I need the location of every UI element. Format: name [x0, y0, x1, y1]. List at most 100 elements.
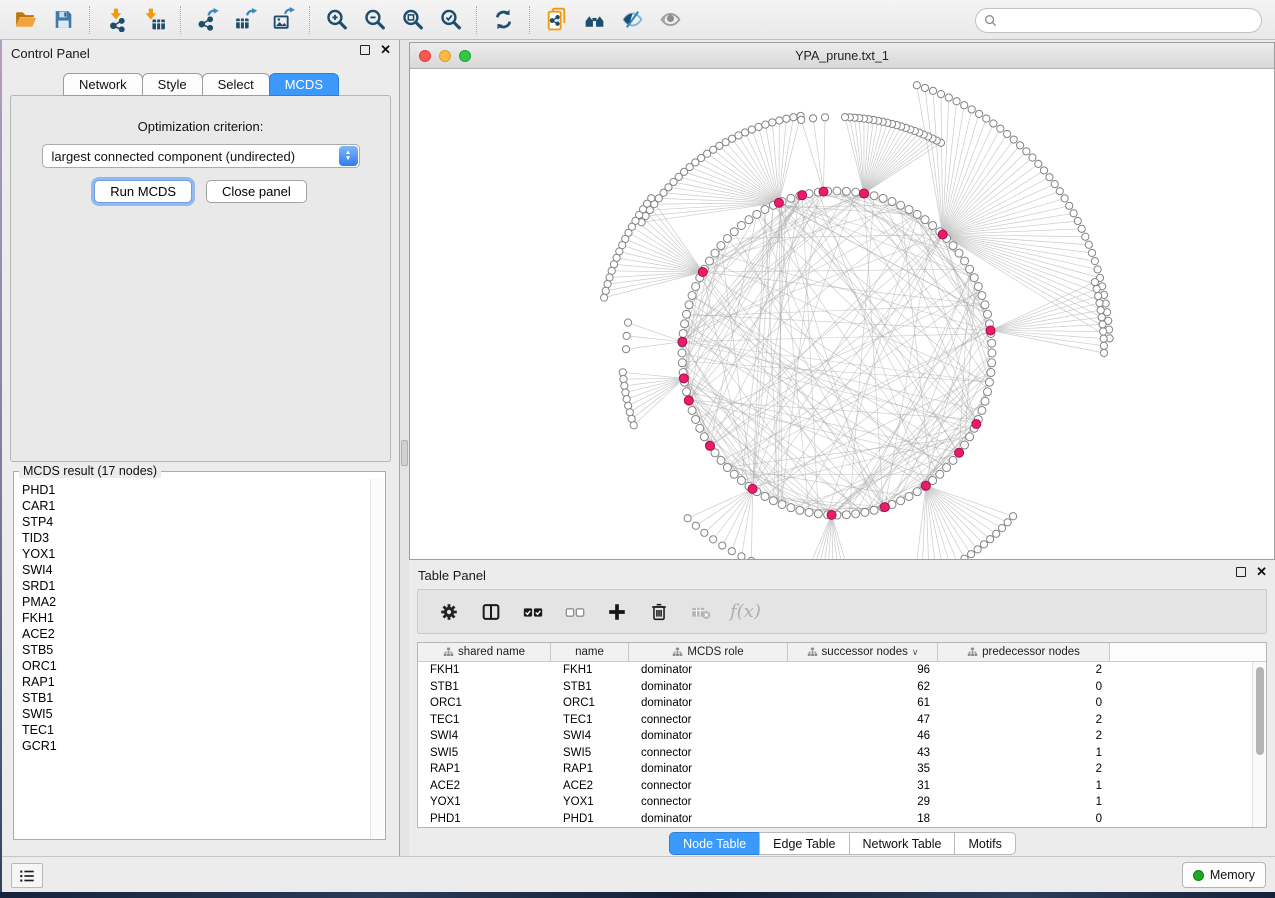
cell-successor-nodes[interactable]: 18	[788, 813, 938, 825]
optimization-criterion-select[interactable]: largest connected component (undirected)…	[42, 144, 360, 168]
mcds-result-item[interactable]: PMA2	[22, 594, 369, 610]
cell-name[interactable]: ORC1	[551, 697, 629, 709]
cell-predecessor-nodes[interactable]: 2	[938, 714, 1110, 726]
mcds-result-item[interactable]: TEC1	[22, 722, 369, 738]
window-minimize-icon[interactable]	[439, 50, 451, 62]
table-row[interactable]: ORC1ORC1dominator610	[418, 695, 1252, 712]
cell-successor-nodes[interactable]: 31	[788, 780, 938, 792]
import-table-icon[interactable]	[135, 4, 173, 36]
column-header-mcds-role[interactable]: MCDS role	[629, 643, 788, 661]
table-row[interactable]: ACE2ACE2connector311	[418, 778, 1252, 795]
cell-name[interactable]: PHD1	[551, 813, 629, 825]
cell-mcds-role[interactable]: connector	[629, 796, 788, 808]
column-header-name[interactable]: name	[551, 643, 629, 661]
table-row[interactable]: TEC1TEC1connector472	[418, 712, 1252, 729]
tab-network[interactable]: Network	[63, 73, 143, 96]
window-close-icon[interactable]	[419, 50, 431, 62]
export-table-icon[interactable]	[226, 4, 264, 36]
run-mcds-button[interactable]: Run MCDS	[94, 180, 192, 203]
save-session-icon[interactable]	[44, 4, 82, 36]
new-network-from-selection-icon[interactable]	[537, 4, 575, 36]
task-history-button[interactable]	[11, 863, 43, 888]
cell-name[interactable]: RAP1	[551, 763, 629, 775]
export-image-icon[interactable]	[264, 4, 302, 36]
cell-shared-name[interactable]: ACE2	[418, 780, 551, 792]
zoom-selected-icon[interactable]	[431, 4, 469, 36]
splitter-handle[interactable]	[401, 440, 408, 466]
memory-button[interactable]: Memory	[1182, 862, 1266, 888]
table-row[interactable]: PHD1PHD1dominator180	[418, 811, 1252, 828]
close-panel-button[interactable]: Close panel	[206, 180, 307, 203]
mcds-result-item[interactable]: ORC1	[22, 658, 369, 674]
search-input[interactable]	[1002, 14, 1253, 28]
cell-successor-nodes[interactable]: 61	[788, 697, 938, 709]
cell-mcds-role[interactable]: dominator	[629, 697, 788, 709]
cell-name[interactable]: STB1	[551, 681, 629, 693]
cell-shared-name[interactable]: SWI5	[418, 747, 551, 759]
cell-predecessor-nodes[interactable]: 1	[938, 780, 1110, 792]
export-network-icon[interactable]	[188, 4, 226, 36]
column-settings-gear-icon[interactable]	[436, 599, 461, 624]
mcds-result-item[interactable]: SWI5	[22, 706, 369, 722]
network-canvas[interactable]	[410, 69, 1274, 559]
cell-shared-name[interactable]: RAP1	[418, 763, 551, 775]
mcds-result-item[interactable]: STB1	[22, 690, 369, 706]
cell-successor-nodes[interactable]: 29	[788, 796, 938, 808]
mcds-result-item[interactable]: STP4	[22, 514, 369, 530]
table-row[interactable]: YOX1YOX1connector291	[418, 794, 1252, 811]
network-window-titlebar[interactable]: YPA_prune.txt_1	[410, 43, 1274, 69]
mcds-result-item[interactable]: FKH1	[22, 610, 369, 626]
tab-motifs[interactable]: Motifs	[954, 832, 1015, 855]
cell-successor-nodes[interactable]: 43	[788, 747, 938, 759]
network-graph[interactable]	[410, 69, 1274, 559]
cell-successor-nodes[interactable]: 62	[788, 681, 938, 693]
find-binoculars-icon[interactable]	[575, 4, 613, 36]
cell-shared-name[interactable]: YOX1	[418, 796, 551, 808]
tab-style[interactable]: Style	[142, 73, 203, 96]
table-scrollbar[interactable]	[1252, 662, 1266, 827]
cell-mcds-role[interactable]: connector	[629, 714, 788, 726]
column-header-shared-name[interactable]: shared name	[418, 643, 551, 661]
mcds-result-item[interactable]: SWI4	[22, 562, 369, 578]
refresh-icon[interactable]	[484, 4, 522, 36]
cell-successor-nodes[interactable]: 47	[788, 714, 938, 726]
cell-shared-name[interactable]: FKH1	[418, 664, 551, 676]
cell-mcds-role[interactable]: dominator	[629, 664, 788, 676]
window-maximize-icon[interactable]	[459, 50, 471, 62]
deselect-all-checkboxes-icon[interactable]	[562, 599, 587, 624]
cell-shared-name[interactable]: ORC1	[418, 697, 551, 709]
mcds-result-item[interactable]: STB5	[22, 642, 369, 658]
cell-name[interactable]: TEC1	[551, 714, 629, 726]
mcds-result-item[interactable]: PHD1	[22, 482, 369, 498]
cell-predecessor-nodes[interactable]: 1	[938, 747, 1110, 759]
float-panel-icon[interactable]	[360, 45, 370, 55]
mcds-result-item[interactable]: GCR1	[22, 738, 369, 754]
scrollbar-thumb[interactable]	[1256, 667, 1264, 755]
hide-selected-eye-icon[interactable]	[613, 4, 651, 36]
cell-predecessor-nodes[interactable]: 0	[938, 813, 1110, 825]
mcds-result-item[interactable]: TID3	[22, 530, 369, 546]
search-field[interactable]	[975, 8, 1262, 33]
cell-mcds-role[interactable]: connector	[629, 780, 788, 792]
cell-mcds-role[interactable]: dominator	[629, 681, 788, 693]
table-row[interactable]: RAP1RAP1dominator352	[418, 761, 1252, 778]
mcds-result-item[interactable]: SRD1	[22, 578, 369, 594]
delete-column-icon[interactable]	[646, 599, 671, 624]
show-column-panel-icon[interactable]	[478, 599, 503, 624]
cell-shared-name[interactable]: SWI4	[418, 730, 551, 742]
cell-mcds-role[interactable]: dominator	[629, 730, 788, 742]
column-header-predecessor-nodes[interactable]: predecessor nodes	[938, 643, 1110, 661]
close-panel-icon[interactable]: ✕	[1256, 567, 1267, 577]
cell-predecessor-nodes[interactable]: 2	[938, 763, 1110, 775]
import-network-icon[interactable]	[97, 4, 135, 36]
cell-shared-name[interactable]: TEC1	[418, 714, 551, 726]
tab-node-table[interactable]: Node Table	[669, 832, 760, 855]
cell-mcds-role[interactable]: dominator	[629, 813, 788, 825]
cell-name[interactable]: YOX1	[551, 796, 629, 808]
table-row[interactable]: SWI5SWI5connector431	[418, 745, 1252, 762]
table-row[interactable]: STB1STB1dominator620	[418, 679, 1252, 696]
vertical-splitter[interactable]	[400, 40, 409, 856]
cell-successor-nodes[interactable]: 96	[788, 664, 938, 676]
zoom-out-icon[interactable]	[355, 4, 393, 36]
add-column-icon[interactable]	[604, 599, 629, 624]
